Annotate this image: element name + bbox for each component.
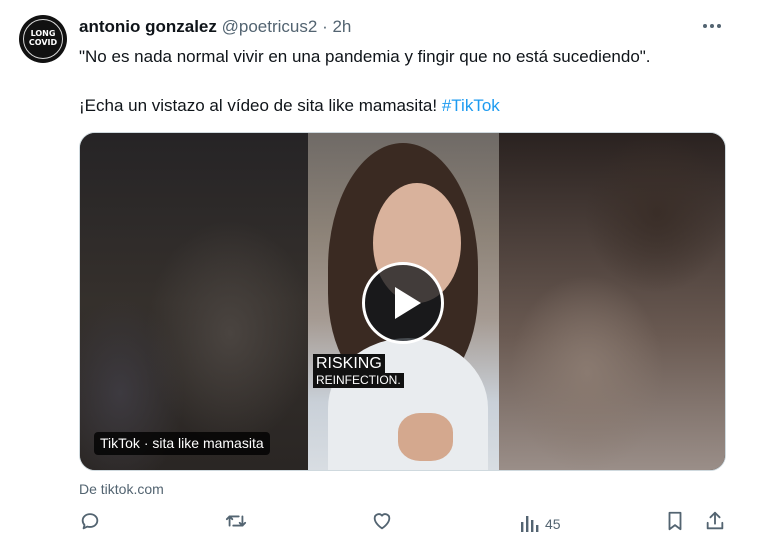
avatar-text: LONG COVID — [19, 29, 67, 47]
link-source[interactable]: De tiktok.com — [79, 480, 164, 498]
share-icon — [706, 511, 724, 530]
share-button[interactable] — [704, 510, 726, 538]
author-handle[interactable]: @poetricus2 — [222, 17, 318, 36]
video-blur-right — [497, 133, 725, 470]
video-blur-left — [80, 133, 308, 470]
tweet-text-line2-body: ¡Echa un vistazo al vídeo de sita like m… — [79, 96, 442, 115]
more-dots-icon-3 — [717, 24, 721, 28]
like-button[interactable] — [371, 510, 393, 538]
play-button[interactable] — [362, 262, 444, 344]
reply-icon — [81, 513, 99, 530]
author-name[interactable]: antonio gonzalez — [79, 17, 217, 36]
reply-button[interactable] — [79, 510, 101, 538]
thumbnail-hand — [398, 413, 453, 461]
video-source-label: TikTok · sita like mamasita — [94, 432, 270, 455]
video-card[interactable]: RISKING REINFECTION. TikTok · sita like … — [79, 132, 726, 471]
tweet-header: antonio gonzalez @poetricus2 · 2h — [79, 16, 351, 38]
more-dots-icon-2 — [710, 24, 714, 28]
video-caption-line1: RISKING — [313, 354, 385, 373]
avatar-text-line2: COVID — [28, 38, 58, 47]
avatar-text-line1: LONG — [30, 29, 56, 38]
retweet-icon — [225, 515, 247, 527]
video-caption-line2: REINFECTION. — [313, 373, 404, 388]
tweet-time[interactable]: 2h — [332, 17, 351, 36]
bookmark-button[interactable] — [664, 510, 686, 538]
hashtag-link[interactable]: #TikTok — [442, 96, 500, 115]
bookmark-icon — [668, 511, 682, 531]
avatar[interactable]: LONG COVID — [19, 15, 67, 63]
views-button[interactable]: 45 — [518, 510, 578, 538]
play-icon — [395, 287, 421, 319]
heart-icon — [373, 513, 391, 530]
views-icon — [521, 516, 539, 532]
retweet-button[interactable] — [224, 510, 248, 538]
more-options-button[interactable] — [698, 12, 732, 40]
tweet-text-line1: "No es nada normal vivir en una pandemia… — [79, 47, 651, 66]
more-dots-icon — [703, 24, 707, 28]
separator-dot: · — [322, 17, 328, 36]
views-count: 45 — [545, 516, 561, 532]
tweet-text-line2: ¡Echa un vistazo al vídeo de sita like m… — [79, 95, 500, 117]
